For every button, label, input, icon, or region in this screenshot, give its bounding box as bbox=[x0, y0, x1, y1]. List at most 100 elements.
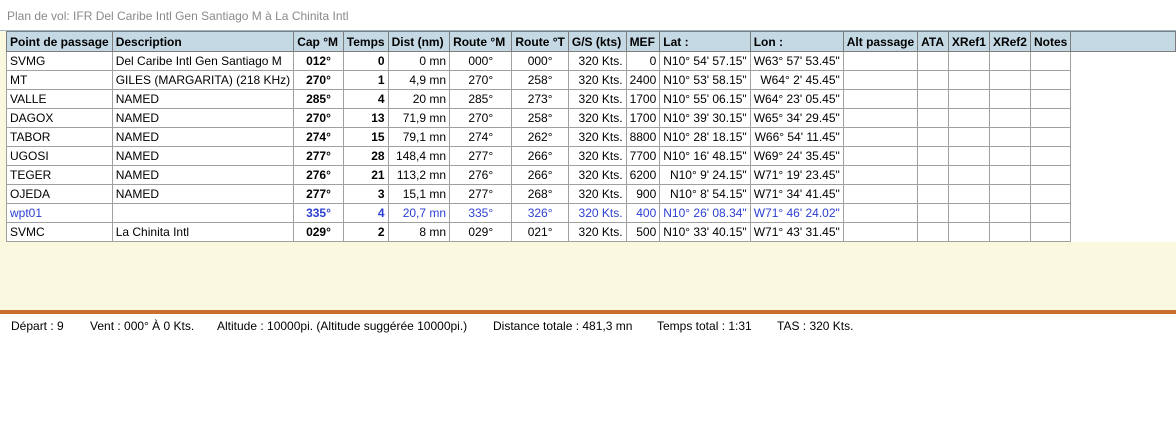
cell-xref2[interactable] bbox=[988, 146, 1031, 166]
cell-alt-passage[interactable] bbox=[842, 203, 919, 223]
cell-description[interactable]: Del Caribe Intl Gen Santiago M bbox=[111, 51, 295, 71]
cell-ata[interactable] bbox=[917, 89, 949, 109]
cell-ata[interactable] bbox=[917, 165, 949, 185]
table-row[interactable]: TEGER NAMED 276° 21 113,2 mn 276° 266° 320 Kts.… bbox=[6, 165, 1176, 185]
cell-lon[interactable]: W69° 24' 35.45" bbox=[749, 146, 844, 166]
cell-mef[interactable]: 7700 bbox=[625, 146, 661, 166]
cell-lat[interactable]: N10° 28' 18.15" bbox=[659, 127, 751, 147]
cell-groundspeed[interactable]: 320 Kts. bbox=[567, 165, 627, 185]
cell-description[interactable]: NAMED bbox=[111, 184, 295, 204]
cell-waypoint[interactable]: UGOSI bbox=[6, 146, 113, 166]
cell-alt-passage[interactable] bbox=[842, 127, 919, 147]
cell-time[interactable]: 21 bbox=[342, 165, 389, 185]
cell-lon[interactable]: W64° 23' 05.45" bbox=[749, 89, 844, 109]
cell-notes[interactable] bbox=[1029, 89, 1072, 109]
cell-lon[interactable]: W65° 34' 29.45" bbox=[749, 108, 844, 128]
cell-notes[interactable] bbox=[1029, 203, 1072, 223]
cell-groundspeed[interactable]: 320 Kts. bbox=[567, 184, 627, 204]
cell-route-magnetic[interactable]: 270° bbox=[449, 108, 513, 128]
cell-notes[interactable] bbox=[1029, 184, 1072, 204]
cell-time[interactable]: 3 bbox=[342, 184, 389, 204]
table-row[interactable]: MT GILES (MARGARITA) (218 KHz) 270° 1 4,9 mn… bbox=[6, 70, 1176, 90]
table-row[interactable]: VALLE NAMED 285° 4 20 mn 285° 273° 320 Kts. 1700… bbox=[6, 89, 1176, 109]
col-header-time[interactable]: Temps bbox=[342, 31, 389, 52]
cell-waypoint[interactable]: MT bbox=[6, 70, 113, 90]
cell-time[interactable]: 15 bbox=[342, 127, 389, 147]
cell-notes[interactable] bbox=[1029, 127, 1072, 147]
cell-notes[interactable] bbox=[1029, 146, 1072, 166]
cell-alt-passage[interactable] bbox=[842, 165, 919, 185]
col-header-notes[interactable]: Notes bbox=[1029, 31, 1072, 52]
cell-alt-passage[interactable] bbox=[842, 222, 919, 242]
cell-lat[interactable]: N10° 54' 57.15" bbox=[659, 51, 751, 71]
col-header-lon[interactable]: Lon : bbox=[749, 31, 844, 52]
cell-heading[interactable]: 012° bbox=[293, 51, 344, 71]
cell-distance[interactable]: 79,1 mn bbox=[387, 127, 451, 147]
cell-description[interactable]: NAMED bbox=[111, 165, 295, 185]
cell-route-magnetic[interactable]: 285° bbox=[449, 89, 513, 109]
cell-route-true[interactable]: 000° bbox=[511, 51, 569, 71]
cell-notes[interactable] bbox=[1029, 51, 1072, 71]
cell-xref1[interactable] bbox=[947, 51, 990, 71]
col-header-description[interactable]: Description bbox=[111, 31, 295, 52]
cell-ata[interactable] bbox=[917, 108, 949, 128]
cell-time[interactable]: 4 bbox=[342, 203, 389, 223]
cell-xref2[interactable] bbox=[988, 89, 1031, 109]
cell-lat[interactable]: N10° 8' 54.15" bbox=[659, 184, 751, 204]
cell-distance[interactable]: 113,2 mn bbox=[387, 165, 451, 185]
cell-route-magnetic[interactable]: 274° bbox=[449, 127, 513, 147]
cell-description[interactable]: NAMED bbox=[111, 146, 295, 166]
cell-waypoint[interactable]: DAGOX bbox=[6, 108, 113, 128]
cell-description[interactable]: NAMED bbox=[111, 89, 295, 109]
cell-heading[interactable]: 277° bbox=[293, 146, 344, 166]
cell-route-true[interactable]: 268° bbox=[511, 184, 569, 204]
cell-lat[interactable]: N10° 26' 08.34" bbox=[659, 203, 751, 223]
cell-lon[interactable]: W71° 46' 24.02" bbox=[749, 203, 844, 223]
cell-xref1[interactable] bbox=[947, 70, 990, 90]
cell-route-magnetic[interactable]: 277° bbox=[449, 146, 513, 166]
cell-notes[interactable] bbox=[1029, 222, 1072, 242]
cell-alt-passage[interactable] bbox=[842, 146, 919, 166]
panel-separator[interactable] bbox=[0, 310, 1176, 314]
cell-distance[interactable]: 71,9 mn bbox=[387, 108, 451, 128]
cell-route-true[interactable]: 021° bbox=[511, 222, 569, 242]
cell-groundspeed[interactable]: 320 Kts. bbox=[567, 127, 627, 147]
cell-lon[interactable]: W66° 54' 11.45" bbox=[749, 127, 844, 147]
cell-ata[interactable] bbox=[917, 51, 949, 71]
cell-mef[interactable]: 1700 bbox=[625, 108, 661, 128]
cell-notes[interactable] bbox=[1029, 70, 1072, 90]
flight-plan-table[interactable]: Point de passage Description Cap °M Temp… bbox=[6, 31, 1176, 242]
cell-xref1[interactable] bbox=[947, 89, 990, 109]
cell-route-magnetic[interactable]: 276° bbox=[449, 165, 513, 185]
cell-waypoint[interactable]: VALLE bbox=[6, 89, 113, 109]
cell-waypoint[interactable]: SVMC bbox=[6, 222, 113, 242]
cell-lon[interactable]: W71° 19' 23.45" bbox=[749, 165, 844, 185]
cell-waypoint[interactable]: TEGER bbox=[6, 165, 113, 185]
cell-groundspeed[interactable]: 320 Kts. bbox=[567, 108, 627, 128]
cell-description[interactable] bbox=[111, 203, 295, 223]
cell-ata[interactable] bbox=[917, 146, 949, 166]
table-row[interactable]: OJEDA NAMED 277° 3 15,1 mn 277° 268° 320 Kts. 90… bbox=[6, 184, 1176, 204]
cell-alt-passage[interactable] bbox=[842, 184, 919, 204]
cell-mef[interactable]: 900 bbox=[625, 184, 661, 204]
table-row[interactable]: SVMG Del Caribe Intl Gen Santiago M 012° 0 0… bbox=[6, 51, 1176, 71]
cell-heading[interactable]: 335° bbox=[293, 203, 344, 223]
cell-ata[interactable] bbox=[917, 222, 949, 242]
cell-groundspeed[interactable]: 320 Kts. bbox=[567, 51, 627, 71]
cell-lat[interactable]: N10° 53' 58.15" bbox=[659, 70, 751, 90]
col-header-heading[interactable]: Cap °M bbox=[293, 31, 344, 52]
cell-lat[interactable]: N10° 9' 24.15" bbox=[659, 165, 751, 185]
cell-distance[interactable]: 15,1 mn bbox=[387, 184, 451, 204]
cell-time[interactable]: 0 bbox=[342, 51, 389, 71]
cell-waypoint[interactable]: OJEDA bbox=[6, 184, 113, 204]
cell-xref1[interactable] bbox=[947, 203, 990, 223]
cell-route-true[interactable]: 262° bbox=[511, 127, 569, 147]
cell-xref1[interactable] bbox=[947, 184, 990, 204]
cell-heading[interactable]: 274° bbox=[293, 127, 344, 147]
cell-xref2[interactable] bbox=[988, 203, 1031, 223]
cell-description[interactable]: NAMED bbox=[111, 127, 295, 147]
col-header-groundspeed[interactable]: G/S (kts) bbox=[567, 31, 627, 52]
cell-distance[interactable]: 148,4 mn bbox=[387, 146, 451, 166]
col-header-xref2[interactable]: XRef2 bbox=[988, 31, 1031, 52]
cell-alt-passage[interactable] bbox=[842, 51, 919, 71]
